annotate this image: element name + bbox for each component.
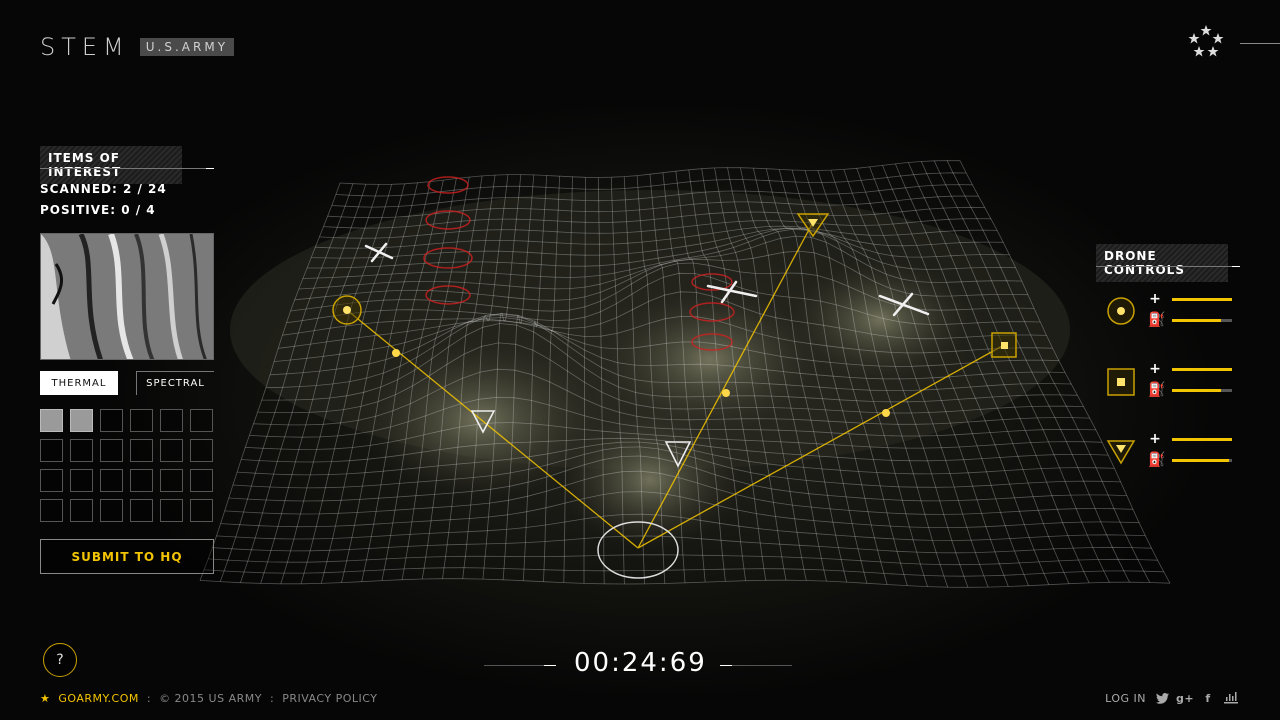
- scan-slot[interactable]: [130, 439, 153, 462]
- square-drone-icon[interactable]: [1106, 367, 1136, 397]
- altitude-fill: [1172, 367, 1232, 371]
- positive-count: POSITIVE: 0 / 4: [40, 203, 156, 217]
- scan-slot[interactable]: [40, 409, 63, 432]
- facebook-icon[interactable]: f: [1201, 691, 1215, 705]
- items-panel-rule: [40, 168, 214, 169]
- altitude-bar: [1172, 367, 1232, 371]
- share-icon[interactable]: [1224, 691, 1238, 705]
- fuel-bar: [1172, 388, 1232, 392]
- scan-slot[interactable]: [100, 499, 123, 522]
- map-drone-circle: [332, 295, 362, 325]
- scan-slot[interactable]: [160, 469, 183, 492]
- altitude-bar: [1172, 297, 1232, 301]
- fuel-icon: ⛽: [1148, 452, 1166, 468]
- items-panel-title: ITEMS OF INTEREST: [40, 146, 182, 184]
- drone-panel-title: DRONE CONTROLS: [1096, 244, 1228, 282]
- timer-rule-left: [484, 665, 556, 666]
- terrain-mesh: [199, 160, 1171, 588]
- privacy-policy-link[interactable]: PRIVACY POLICY: [282, 692, 377, 705]
- plus-icon[interactable]: +: [1148, 362, 1162, 376]
- scan-slot[interactable]: [130, 469, 153, 492]
- scan-slot[interactable]: [160, 439, 183, 462]
- google-plus-icon[interactable]: g+: [1176, 691, 1194, 705]
- fuel-fill: [1172, 388, 1222, 392]
- drone-3-fuel-control[interactable]: ⛽: [1148, 453, 1234, 467]
- footer-separator: :: [146, 692, 152, 705]
- fuel-icon: ⛽: [1148, 382, 1166, 398]
- scanned-count: SCANNED: 2 / 24: [40, 182, 167, 196]
- scan-slot[interactable]: [40, 439, 63, 462]
- scan-slot[interactable]: [70, 499, 93, 522]
- drone-2-fuel-control[interactable]: ⛽: [1148, 383, 1234, 397]
- scan-slot[interactable]: [40, 469, 63, 492]
- brand-logo[interactable]: STEM U.S.ARMY: [40, 33, 235, 61]
- scan-slot[interactable]: [70, 439, 93, 462]
- scan-slot[interactable]: [70, 469, 93, 492]
- scan-slot[interactable]: [130, 409, 153, 432]
- drone-1-altitude-control[interactable]: +: [1148, 292, 1234, 306]
- copyright-text: © 2015 US ARMY: [159, 692, 262, 705]
- mission-timer: 00:24:69: [574, 648, 707, 678]
- star-icon: ★: [40, 692, 51, 705]
- circle-drone-icon[interactable]: [1106, 296, 1136, 326]
- thermal-mode-button[interactable]: THERMAL: [40, 371, 118, 395]
- fuel-fill: [1172, 318, 1222, 322]
- scan-slots-grid: [40, 409, 214, 522]
- timer-rule-right: [720, 665, 792, 666]
- scan-slot[interactable]: [100, 409, 123, 432]
- stars-menu-icon[interactable]: [1186, 24, 1226, 60]
- plus-icon[interactable]: +: [1148, 292, 1162, 306]
- scan-slot[interactable]: [100, 439, 123, 462]
- fuel-icon: ⛽: [1148, 312, 1166, 328]
- fuel-bar: [1172, 318, 1232, 322]
- footer-right: LOG IN g+ f: [1105, 691, 1238, 705]
- scan-slot[interactable]: [160, 499, 183, 522]
- scan-slot[interactable]: [130, 499, 153, 522]
- terrain-scene[interactable]: [0, 0, 1280, 720]
- brand-stem: STEM: [40, 33, 130, 61]
- header-rule: [1240, 43, 1280, 44]
- plus-icon[interactable]: +: [1148, 432, 1162, 446]
- goarmy-link[interactable]: GOARMY.COM: [58, 692, 138, 705]
- scan-slot[interactable]: [190, 499, 213, 522]
- scan-slot[interactable]: [40, 499, 63, 522]
- scan-slot[interactable]: [160, 409, 183, 432]
- footer-separator: :: [269, 692, 275, 705]
- scan-preview-image: [40, 233, 214, 360]
- altitude-fill: [1172, 437, 1232, 441]
- spectral-mode-button[interactable]: SPECTRAL: [136, 371, 214, 395]
- timer-panel: 00:24:69: [484, 648, 794, 682]
- help-button[interactable]: ?: [43, 643, 77, 677]
- scan-slot[interactable]: [190, 439, 213, 462]
- scan-slot[interactable]: [190, 409, 213, 432]
- login-link[interactable]: LOG IN: [1105, 692, 1146, 705]
- fuel-bar: [1172, 458, 1232, 462]
- scan-slot[interactable]: [190, 469, 213, 492]
- map-drone-square: [991, 332, 1017, 358]
- scan-slot[interactable]: [100, 469, 123, 492]
- drone-2-altitude-control[interactable]: +: [1148, 362, 1234, 376]
- drone-panel-rule: [1096, 266, 1240, 267]
- triangle-drone-icon[interactable]: [1106, 437, 1136, 467]
- footer-left: ★ GOARMY.COM : © 2015 US ARMY : PRIVACY …: [40, 692, 377, 705]
- altitude-fill: [1172, 297, 1232, 301]
- twitter-icon[interactable]: [1155, 691, 1169, 705]
- submit-to-hq-button[interactable]: SUBMIT TO HQ: [40, 539, 214, 574]
- fuel-fill: [1172, 458, 1229, 462]
- brand-army-badge: U.S.ARMY: [139, 38, 235, 56]
- drone-1-fuel-control[interactable]: ⛽: [1148, 313, 1234, 327]
- scan-slot[interactable]: [70, 409, 93, 432]
- altitude-bar: [1172, 437, 1232, 441]
- drone-3-altitude-control[interactable]: +: [1148, 432, 1234, 446]
